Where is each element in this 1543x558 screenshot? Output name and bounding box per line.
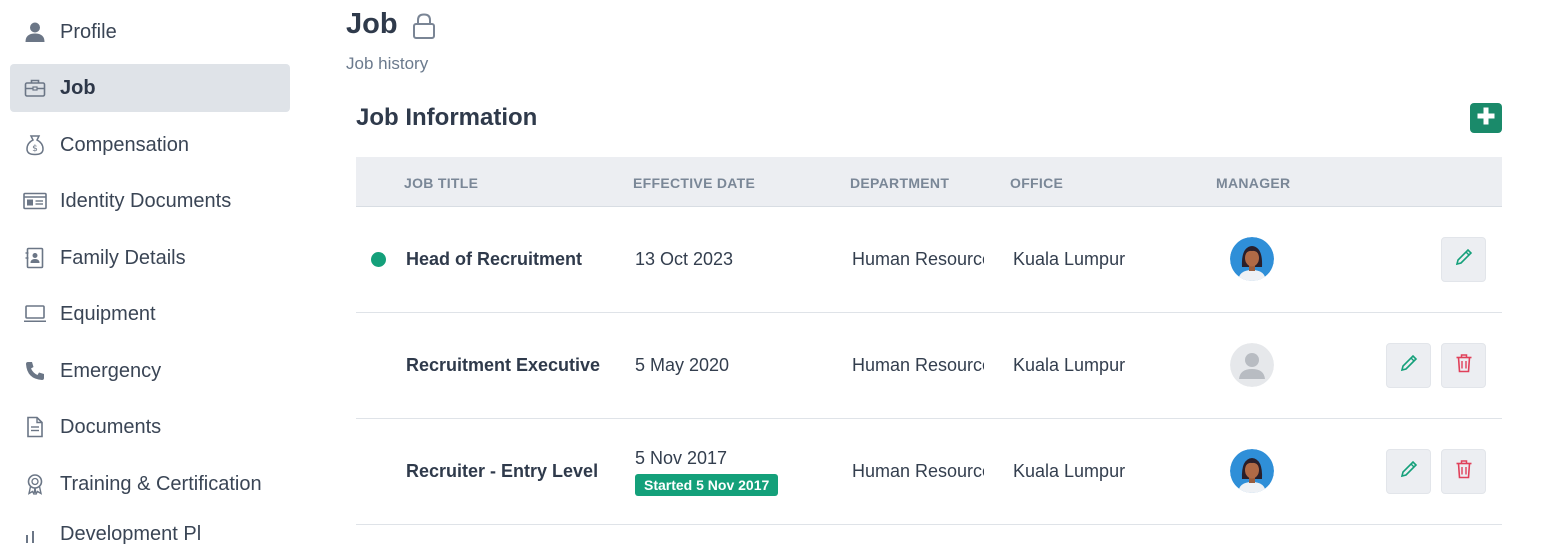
column-header-manager: MANAGER: [1216, 175, 1291, 191]
sidebar-item-label: Development Pl: [60, 522, 202, 545]
job-title-cell: Recruitment Executive: [406, 355, 601, 375]
sidebar-item-equipment[interactable]: Equipment: [10, 290, 290, 338]
award-icon: [22, 471, 48, 497]
sidebar-item-compensation[interactable]: $ Compensation: [10, 121, 290, 169]
lock-icon: [411, 12, 437, 45]
sidebar-item-label: Profile: [60, 20, 117, 43]
document-icon: [22, 414, 48, 440]
contact-book-icon: [22, 245, 48, 271]
department-cell: Human Resources: [852, 249, 984, 269]
person-icon: [22, 19, 48, 45]
money-bag-icon: $: [22, 132, 48, 158]
column-header-office: OFFICE: [1010, 175, 1064, 191]
manager-placeholder-avatar[interactable]: [1230, 343, 1274, 387]
id-card-icon: [22, 188, 48, 214]
manager-avatar[interactable]: [1230, 237, 1274, 281]
sidebar-item-development-plan[interactable]: Development Pl: [10, 510, 290, 558]
sidebar-item-label: Emergency: [60, 359, 162, 382]
sidebar-item-identity-documents[interactable]: Identity Documents: [10, 177, 290, 225]
sidebar-item-family-details[interactable]: Family Details: [10, 234, 290, 282]
svg-text:$: $: [32, 144, 38, 154]
page-title: Job: [346, 8, 398, 40]
sidebar-item-label: Training & Certification: [60, 472, 262, 495]
office-cell: Kuala Lumpur: [1013, 355, 1126, 375]
pencil-icon: [1454, 247, 1474, 272]
pencil-icon: [1399, 353, 1419, 378]
briefcase-icon: [22, 75, 48, 101]
edit-button[interactable]: [1441, 237, 1486, 282]
effective-date-cell: 5 Nov 2017: [635, 448, 728, 468]
department-cell: Human Resources: [852, 355, 984, 375]
job-history-link[interactable]: Job history: [346, 54, 428, 74]
table-row: Recruitment Executive 5 May 2020 Human R…: [356, 313, 1502, 419]
column-header-department: DEPARTMENT: [850, 175, 950, 191]
sidebar-item-profile[interactable]: Profile: [10, 8, 290, 56]
effective-date-cell: 13 Oct 2023: [635, 249, 734, 269]
sidebar-item-label: Identity Documents: [60, 189, 232, 212]
table-row: Head of Recruitment 13 Oct 2023 Human Re…: [356, 207, 1502, 313]
sidebar-item-label: Family Details: [60, 246, 186, 269]
plus-icon: [1476, 106, 1496, 131]
started-badge: Started 5 Nov 2017: [635, 474, 779, 496]
sidebar-item-label: Compensation: [60, 133, 189, 156]
manager-avatar[interactable]: [1230, 449, 1274, 493]
phone-icon: [22, 358, 48, 384]
sidebar-item-emergency[interactable]: Emergency: [10, 347, 290, 395]
table-row: Recruiter - Entry Level 5 Nov 2017 Start…: [356, 419, 1502, 525]
sidebar-item-label: Documents: [60, 415, 162, 438]
sidebar: Profile Job $ Compensation Identity Docu…: [0, 0, 300, 545]
job-table: JOB TITLE EFFECTIVE DATE DEPARTMENT OFFI…: [356, 157, 1502, 525]
trash-icon: [1455, 353, 1473, 378]
pencil-icon: [1399, 459, 1419, 484]
edit-button[interactable]: [1386, 449, 1431, 494]
section-title: Job Information: [356, 104, 538, 131]
laptop-icon: [22, 301, 48, 327]
sidebar-item-label: Equipment: [60, 302, 156, 325]
column-header-effective-date: EFFECTIVE DATE: [633, 175, 756, 191]
table-header: JOB TITLE EFFECTIVE DATE DEPARTMENT OFFI…: [356, 157, 1502, 207]
effective-date-cell: 5 May 2020: [635, 355, 730, 375]
column-header-job-title: JOB TITLE: [404, 175, 479, 191]
sidebar-item-label: Job: [60, 76, 96, 99]
job-title-cell: Head of Recruitment: [406, 249, 583, 269]
office-cell: Kuala Lumpur: [1013, 461, 1126, 481]
sidebar-item-training-certification[interactable]: Training & Certification: [10, 460, 290, 508]
department-cell: Human Resources: [852, 461, 984, 481]
sidebar-item-job[interactable]: Job: [10, 64, 290, 112]
sidebar-item-documents[interactable]: Documents: [10, 403, 290, 451]
office-cell: Kuala Lumpur: [1013, 249, 1126, 269]
current-job-indicator: [371, 252, 386, 267]
delete-button[interactable]: [1441, 449, 1486, 494]
job-title-cell: Recruiter - Entry Level: [406, 461, 599, 481]
development-icon: [22, 521, 48, 547]
trash-icon: [1455, 459, 1473, 484]
delete-button[interactable]: [1441, 343, 1486, 388]
add-job-button[interactable]: [1470, 103, 1502, 133]
edit-button[interactable]: [1386, 343, 1431, 388]
